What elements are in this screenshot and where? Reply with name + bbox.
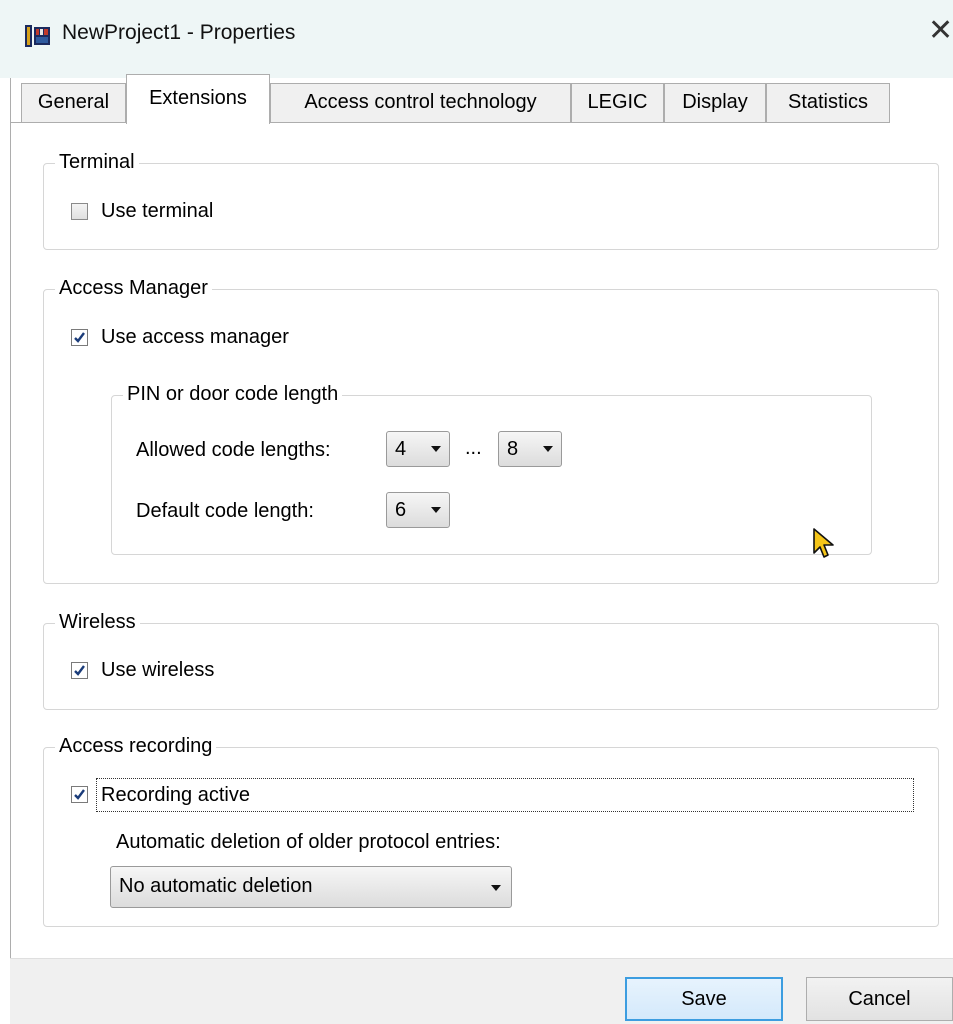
access-recording-legend: Access recording xyxy=(55,735,217,758)
tab-statistics[interactable]: Statistics xyxy=(766,83,890,122)
window-title: NewProject1 - Properties xyxy=(62,21,296,44)
range-separator: ... xyxy=(465,437,482,459)
recording-active-checkbox[interactable] xyxy=(71,786,88,803)
chevron-down-icon xyxy=(543,446,553,452)
use-terminal-label: Use terminal xyxy=(101,200,214,222)
pin-length-legend: PIN or door code length xyxy=(123,383,343,406)
close-button[interactable]: ✕ xyxy=(928,16,953,46)
use-wireless-label: Use wireless xyxy=(101,659,215,681)
allowed-min-combo[interactable]: 4 xyxy=(386,431,450,467)
deletion-combo[interactable]: No automatic deletion xyxy=(110,866,512,908)
default-length-combo[interactable]: 6 xyxy=(386,492,450,528)
terminal-legend: Terminal xyxy=(55,151,139,174)
default-code-length-label: Default code length: xyxy=(136,500,314,522)
title-bar: NewProject1 - Properties ✕ xyxy=(0,0,953,78)
tab-extensions[interactable]: Extensions xyxy=(126,74,270,124)
chevron-down-icon xyxy=(431,446,441,452)
default-length-value: 6 xyxy=(395,499,407,521)
app-icon xyxy=(25,25,50,47)
use-terminal-checkbox[interactable] xyxy=(71,203,88,220)
tab-legic[interactable]: LEGIC xyxy=(571,83,664,122)
use-access-manager-label: Use access manager xyxy=(101,326,289,348)
deletion-value: No automatic deletion xyxy=(119,875,313,897)
pin-length-group xyxy=(111,395,872,555)
tab-display[interactable]: Display xyxy=(664,83,766,122)
allowed-code-lengths-label: Allowed code lengths: xyxy=(136,439,331,461)
use-access-manager-checkbox[interactable] xyxy=(71,329,88,346)
mouse-cursor-icon xyxy=(813,528,834,558)
save-button[interactable]: Save xyxy=(625,977,783,1021)
checkmark-icon xyxy=(74,665,85,676)
deletion-label: Automatic deletion of older protocol ent… xyxy=(116,831,501,853)
recording-active-label: Recording active xyxy=(101,784,250,806)
allowed-max-value: 8 xyxy=(507,438,519,460)
chevron-down-icon xyxy=(491,885,501,891)
cancel-button[interactable]: Cancel xyxy=(806,977,953,1021)
use-wireless-checkbox[interactable] xyxy=(71,662,88,679)
checkmark-icon xyxy=(74,332,85,343)
tab-access-control-technology[interactable]: Access control technology xyxy=(270,83,571,122)
access-manager-legend: Access Manager xyxy=(55,277,212,300)
checkmark-icon xyxy=(74,789,85,800)
chevron-down-icon xyxy=(431,507,441,513)
allowed-min-value: 4 xyxy=(395,438,407,460)
wireless-legend: Wireless xyxy=(55,611,140,634)
tab-general[interactable]: General xyxy=(21,83,126,122)
allowed-max-combo[interactable]: 8 xyxy=(498,431,562,467)
